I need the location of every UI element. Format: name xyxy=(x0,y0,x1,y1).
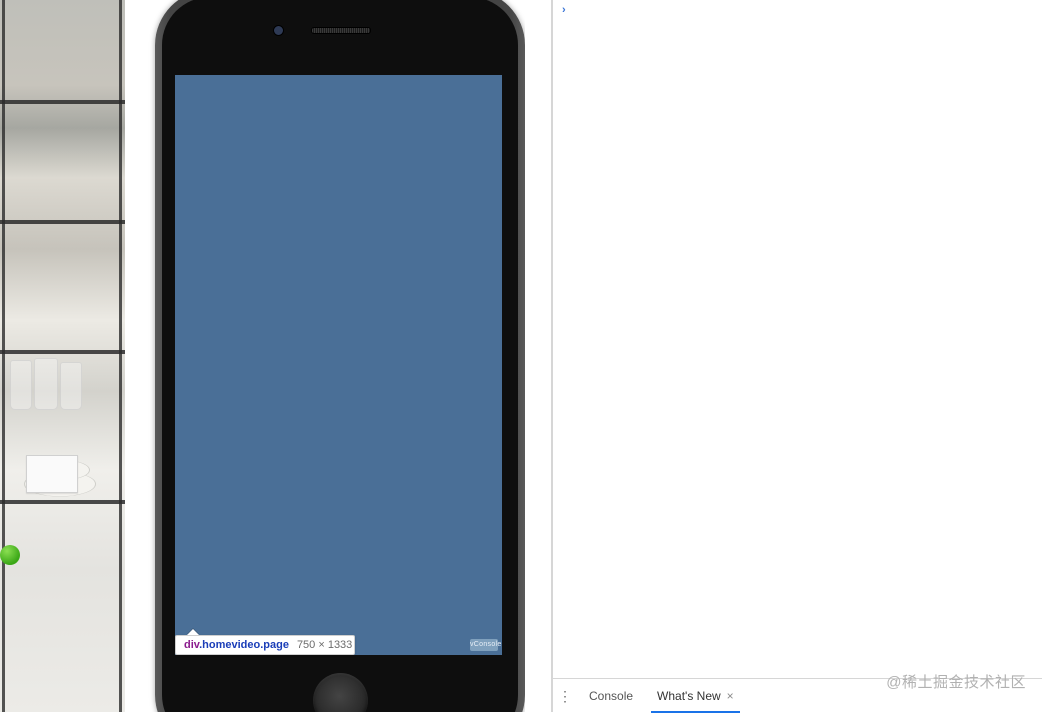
devtools-drawer: ⋮ Console What's New × xyxy=(553,678,1042,712)
inspector-tooltip-dimensions: 750 × 1333 xyxy=(297,639,352,651)
inspector-tooltip: div.homevideo.page 750 × 1333 xyxy=(175,635,355,655)
drawer-tab-console[interactable]: Console xyxy=(577,679,645,712)
console-prompt-chevron-icon[interactable]: › xyxy=(562,4,566,16)
inspect-corner-badge: vConsole xyxy=(470,639,498,651)
devtools-console-pane: › ⋮ Console What's New × @稀土掘金技术社区 xyxy=(553,0,1042,712)
inspected-element-highlight[interactable]: vConsole xyxy=(175,75,502,655)
device-camera-dot xyxy=(273,25,284,36)
device-screen[interactable]: vConsole xyxy=(175,75,502,655)
inspector-tooltip-selector: div.homevideo.page xyxy=(184,639,289,651)
drawer-menu-kebab-icon[interactable]: ⋮ xyxy=(553,689,577,703)
device-speaker-slot xyxy=(311,27,371,34)
inspector-tooltip-arrow xyxy=(187,629,199,635)
inspector-tooltip-tag: div xyxy=(184,639,199,651)
drawer-tab-close-icon[interactable]: × xyxy=(727,689,734,703)
page-background-photo xyxy=(0,0,125,712)
drawer-tab-label: Console xyxy=(589,689,633,703)
drawer-tab-label: What's New xyxy=(657,689,721,703)
preview-gap xyxy=(525,0,551,712)
drawer-tab-whats-new[interactable]: What's New × xyxy=(645,679,746,712)
inspector-tooltip-classes: .homevideo.page xyxy=(199,639,289,651)
device-frame-iphone: vConsole div.homevideo.page 750 × 1333 xyxy=(155,0,525,712)
device-preview-pane: vConsole div.homevideo.page 750 × 1333 xyxy=(0,0,551,712)
